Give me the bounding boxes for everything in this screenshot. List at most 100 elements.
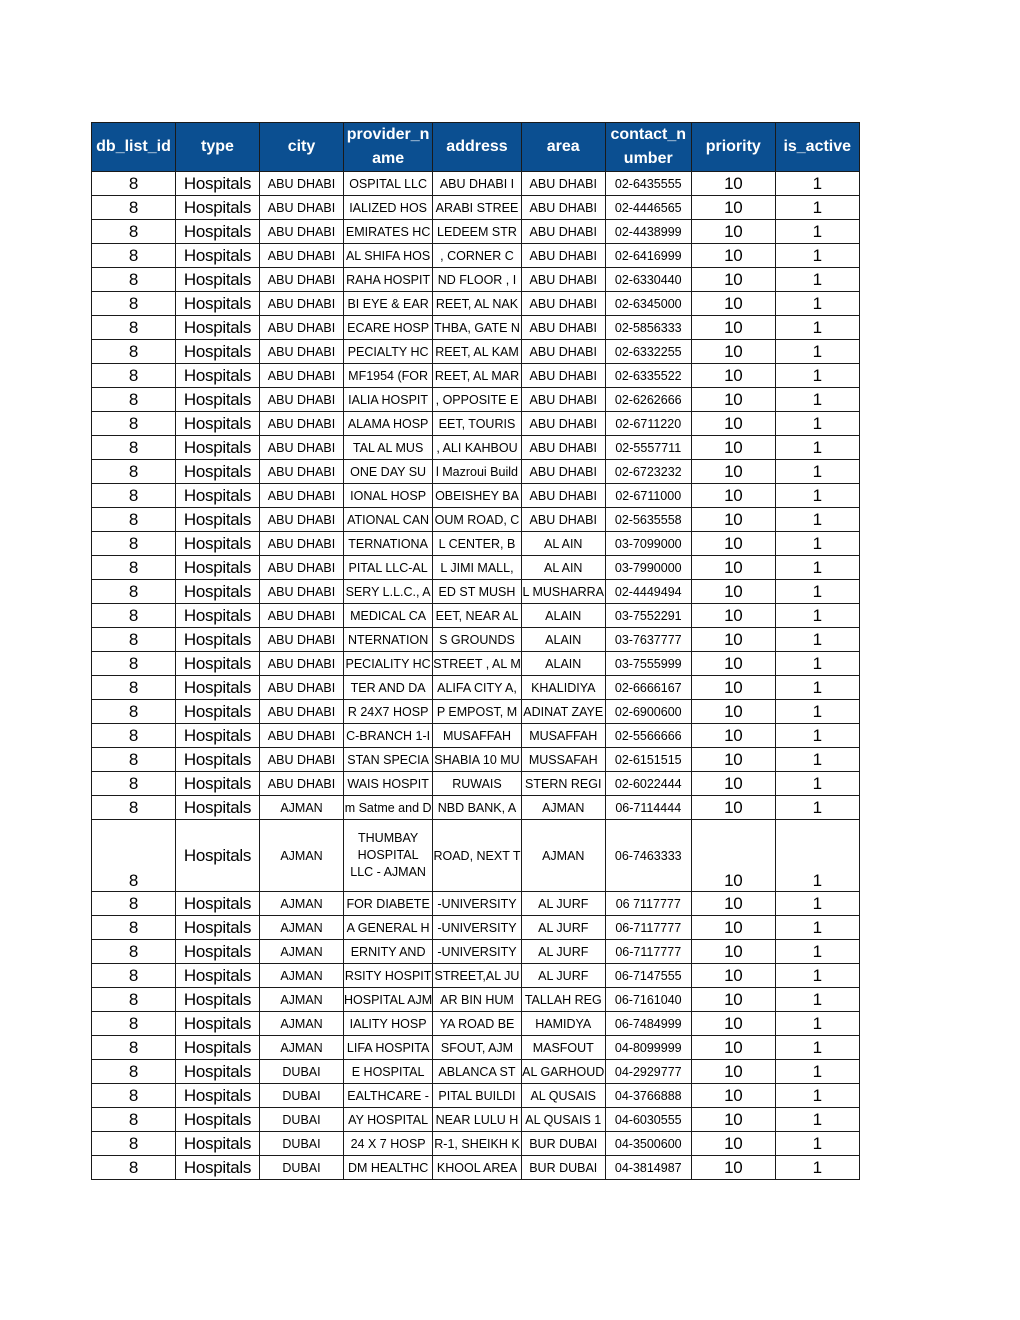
cell-priority[interactable]: 10 bbox=[690, 699, 776, 724]
cell-area[interactable]: ABU DHABI bbox=[520, 363, 606, 388]
cell-is-active[interactable]: 1 bbox=[774, 939, 860, 964]
cell-contact-number[interactable]: 04-8099999 bbox=[604, 1035, 692, 1060]
cell-provider-name[interactable]: FOR DIABETE bbox=[342, 891, 434, 916]
cell-db-list-id[interactable]: 8 bbox=[91, 315, 176, 340]
cell-db-list-id[interactable]: 8 bbox=[91, 627, 176, 652]
cell-priority[interactable]: 10 bbox=[690, 819, 776, 892]
cell-provider-name[interactable]: NTERNATION bbox=[342, 627, 434, 652]
cell-type[interactable]: Hospitals bbox=[175, 723, 260, 748]
cell-area[interactable]: BUR DUBAI bbox=[520, 1131, 606, 1156]
header-city[interactable]: city bbox=[259, 122, 344, 172]
cell-priority[interactable]: 10 bbox=[690, 555, 776, 580]
cell-priority[interactable]: 10 bbox=[690, 507, 776, 532]
cell-address[interactable]: YA ROAD BE bbox=[432, 1011, 522, 1036]
cell-city[interactable]: ABU DHABI bbox=[259, 603, 344, 628]
cell-is-active[interactable]: 1 bbox=[774, 579, 860, 604]
cell-address[interactable]: REET, AL MAR bbox=[432, 363, 522, 388]
cell-contact-number[interactable]: 02-6416999 bbox=[604, 243, 692, 268]
cell-city[interactable]: AJMAN bbox=[259, 915, 344, 940]
cell-is-active[interactable]: 1 bbox=[774, 963, 860, 988]
cell-city[interactable]: AJMAN bbox=[259, 795, 344, 820]
cell-city[interactable]: ABU DHABI bbox=[259, 579, 344, 604]
cell-contact-number[interactable]: 04-2929777 bbox=[604, 1059, 692, 1084]
cell-is-active[interactable]: 1 bbox=[774, 219, 860, 244]
cell-address[interactable]: STREET , AL M bbox=[432, 651, 522, 676]
cell-priority[interactable]: 10 bbox=[690, 651, 776, 676]
cell-is-active[interactable]: 1 bbox=[774, 915, 860, 940]
cell-type[interactable]: Hospitals bbox=[175, 195, 260, 220]
cell-area[interactable]: MASFOUT bbox=[520, 1035, 606, 1060]
cell-city[interactable]: ABU DHABI bbox=[259, 651, 344, 676]
cell-priority[interactable]: 10 bbox=[690, 1155, 776, 1180]
cell-address[interactable]: , OPPOSITE E bbox=[432, 387, 522, 412]
cell-db-list-id[interactable]: 8 bbox=[91, 1083, 176, 1108]
cell-provider-name[interactable]: SERY L.L.C., A bbox=[342, 579, 434, 604]
cell-contact-number[interactable]: 02-6711220 bbox=[604, 411, 692, 436]
cell-contact-number[interactable]: 02-6666167 bbox=[604, 675, 692, 700]
cell-area[interactable]: MUSSAFAH bbox=[520, 747, 606, 772]
cell-priority[interactable]: 10 bbox=[690, 339, 776, 364]
cell-is-active[interactable]: 1 bbox=[774, 1083, 860, 1108]
cell-area[interactable]: STERN REGI bbox=[520, 771, 606, 796]
cell-city[interactable]: DUBAI bbox=[259, 1155, 344, 1180]
cell-city[interactable]: ABU DHABI bbox=[259, 387, 344, 412]
cell-area[interactable]: AL JURF bbox=[520, 963, 606, 988]
cell-contact-number[interactable]: 04-3500600 bbox=[604, 1131, 692, 1156]
cell-db-list-id[interactable]: 8 bbox=[91, 411, 176, 436]
cell-contact-number[interactable]: 03-7637777 bbox=[604, 627, 692, 652]
cell-address[interactable]: ED ST MUSH bbox=[432, 579, 522, 604]
cell-db-list-id[interactable]: 8 bbox=[91, 1131, 176, 1156]
cell-priority[interactable]: 10 bbox=[690, 195, 776, 220]
cell-db-list-id[interactable]: 8 bbox=[91, 291, 176, 316]
cell-provider-name[interactable]: RAHA HOSPIT bbox=[342, 267, 434, 292]
cell-contact-number[interactable]: 02-6262666 bbox=[604, 387, 692, 412]
cell-area[interactable]: AL JURF bbox=[520, 891, 606, 916]
cell-city[interactable]: ABU DHABI bbox=[259, 555, 344, 580]
cell-priority[interactable]: 10 bbox=[690, 219, 776, 244]
cell-priority[interactable]: 10 bbox=[690, 963, 776, 988]
cell-contact-number[interactable]: 03-7990000 bbox=[604, 555, 692, 580]
cell-contact-number[interactable]: 06-7484999 bbox=[604, 1011, 692, 1036]
cell-is-active[interactable]: 1 bbox=[774, 387, 860, 412]
cell-contact-number[interactable]: 02-5557711 bbox=[604, 435, 692, 460]
cell-db-list-id[interactable]: 8 bbox=[91, 987, 176, 1012]
cell-provider-name[interactable]: DM HEALTHC bbox=[342, 1155, 434, 1180]
cell-is-active[interactable]: 1 bbox=[774, 411, 860, 436]
cell-db-list-id[interactable]: 8 bbox=[91, 699, 176, 724]
cell-address[interactable]: -UNIVERSITY bbox=[432, 915, 522, 940]
cell-provider-name[interactable]: TER AND DA bbox=[342, 675, 434, 700]
cell-type[interactable]: Hospitals bbox=[175, 555, 260, 580]
cell-provider-name[interactable]: HOSPITAL AJM bbox=[342, 987, 434, 1012]
cell-contact-number[interactable]: 02-6435555 bbox=[604, 171, 692, 196]
cell-area[interactable]: ABU DHABI bbox=[520, 171, 606, 196]
cell-address[interactable]: EET, NEAR AL bbox=[432, 603, 522, 628]
cell-address[interactable]: KHOOL AREA bbox=[432, 1155, 522, 1180]
cell-area[interactable]: AL AIN bbox=[520, 555, 606, 580]
cell-priority[interactable]: 10 bbox=[690, 675, 776, 700]
cell-priority[interactable]: 10 bbox=[690, 459, 776, 484]
cell-city[interactable]: ABU DHABI bbox=[259, 483, 344, 508]
cell-type[interactable]: Hospitals bbox=[175, 795, 260, 820]
cell-city[interactable]: ABU DHABI bbox=[259, 699, 344, 724]
cell-priority[interactable]: 10 bbox=[690, 291, 776, 316]
cell-contact-number[interactable]: 02-4446565 bbox=[604, 195, 692, 220]
cell-db-list-id[interactable]: 8 bbox=[91, 507, 176, 532]
cell-db-list-id[interactable]: 8 bbox=[91, 651, 176, 676]
cell-provider-name[interactable]: IONAL HOSP bbox=[342, 483, 434, 508]
cell-area[interactable]: AL JURF bbox=[520, 915, 606, 940]
cell-db-list-id[interactable]: 8 bbox=[91, 435, 176, 460]
cell-area[interactable]: ABU DHABI bbox=[520, 315, 606, 340]
cell-priority[interactable]: 10 bbox=[690, 483, 776, 508]
cell-type[interactable]: Hospitals bbox=[175, 243, 260, 268]
cell-db-list-id[interactable]: 8 bbox=[91, 243, 176, 268]
cell-city[interactable]: ABU DHABI bbox=[259, 435, 344, 460]
cell-contact-number[interactable]: 06-7463333 bbox=[604, 819, 692, 892]
cell-city[interactable]: AJMAN bbox=[259, 987, 344, 1012]
cell-address[interactable]: THBA, GATE N bbox=[432, 315, 522, 340]
cell-db-list-id[interactable]: 8 bbox=[91, 363, 176, 388]
cell-type[interactable]: Hospitals bbox=[175, 411, 260, 436]
header-db-list-id[interactable]: db_list_id bbox=[91, 122, 176, 172]
cell-address[interactable]: ROAD, NEXT T bbox=[432, 819, 522, 892]
cell-is-active[interactable]: 1 bbox=[774, 555, 860, 580]
cell-provider-name[interactable]: RSITY HOSPIT bbox=[342, 963, 434, 988]
